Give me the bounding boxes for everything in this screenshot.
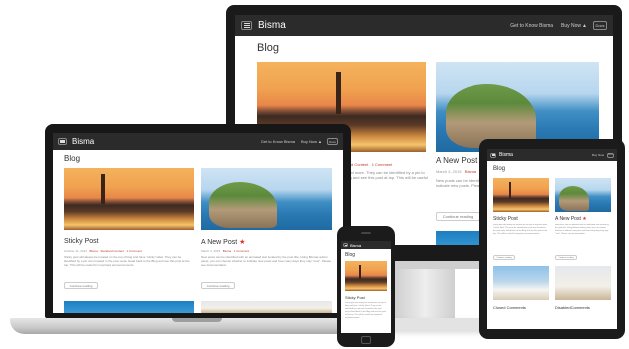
- phone: Bisma Blog Sticky Post Sticky post will …: [337, 226, 395, 347]
- star-icon: ★: [582, 216, 587, 222]
- read-more-button[interactable]: Continue reading: [64, 282, 98, 289]
- post-title-new[interactable]: A New Post ★: [555, 216, 587, 222]
- post-image-cliff[interactable]: [201, 168, 332, 230]
- post-meta-sticky: October 11, 2013 Bisma Standard Content …: [64, 249, 142, 253]
- laptop-notch: [172, 318, 222, 322]
- post-excerpt-sticky: Sticky post will always be located on th…: [64, 255, 190, 267]
- nav-about-link[interactable]: Get to Know Bisma: [510, 23, 553, 29]
- star-icon: ★: [239, 239, 246, 246]
- post-image-tent[interactable]: [555, 266, 611, 300]
- nav-docs-button[interactable]: Docs: [593, 21, 607, 30]
- site-brand[interactable]: Bisma: [72, 137, 94, 146]
- post-image-marrakesh[interactable]: [493, 178, 549, 212]
- post-excerpt-new: New posts can be identified with an anim…: [555, 224, 609, 235]
- hamburger-icon[interactable]: [58, 138, 67, 145]
- post-excerpt-sticky: Sticky post will always be located on th…: [345, 302, 387, 319]
- post-title-new[interactable]: A New Post ★: [201, 238, 245, 246]
- post-image-tent[interactable]: [201, 301, 332, 313]
- post-image-blue[interactable]: [64, 301, 194, 313]
- post-title-disabled[interactable]: DisabledComments: [555, 305, 590, 310]
- hamburger-icon[interactable]: [490, 152, 496, 158]
- site-header: Bisma Get to Know Bisma Buy Now ▲ Docs: [53, 133, 343, 150]
- tablet: Bisma Buy Now Docs Blog Sticky Post A Ne…: [479, 139, 625, 339]
- post-meta-new: March 4, 2015 Bisma 1 Comment: [201, 249, 250, 253]
- post-image-marrakesh[interactable]: [64, 168, 194, 230]
- post-title-sticky[interactable]: Sticky Post: [345, 295, 365, 300]
- tablet-screen: Bisma Buy Now Docs Blog Sticky Post A Ne…: [487, 149, 617, 329]
- hamburger-icon[interactable]: [241, 21, 252, 30]
- nav-about-link[interactable]: Get to Know Bisma: [261, 139, 295, 144]
- read-more-button[interactable]: Continue reading: [493, 255, 515, 260]
- laptop-screen: Bisma Get to Know Bisma Buy Now ▲ Docs B…: [53, 133, 343, 313]
- device-mockup-stage: Bisma Get to Know Bisma Buy Now ▲ Docs B…: [0, 0, 629, 349]
- hamburger-icon[interactable]: [343, 243, 348, 247]
- page-title: Blog: [64, 154, 81, 163]
- post-image-boats[interactable]: [493, 266, 549, 300]
- nav-buy-link[interactable]: Buy Now: [301, 139, 317, 144]
- cart-icon: ▲: [582, 22, 587, 29]
- site-brand[interactable]: Bisma: [258, 20, 286, 31]
- monitor-stand: [395, 269, 455, 321]
- post-title-closed[interactable]: Closed Comments: [493, 305, 526, 310]
- home-button[interactable]: [361, 336, 371, 344]
- page-title: Blog: [345, 252, 356, 258]
- nav-docs-button[interactable]: Docs: [607, 152, 614, 158]
- nav-buy-link[interactable]: Buy Now: [561, 23, 581, 29]
- read-more-button[interactable]: Continue reading: [555, 255, 577, 260]
- page-title: Blog: [257, 42, 280, 54]
- page-title: Blog: [493, 166, 506, 172]
- post-title-sticky[interactable]: Sticky Post: [493, 216, 518, 222]
- read-more-button[interactable]: Continue reading: [201, 282, 235, 289]
- site-header: Bisma Get to Know Bisma Buy Now ▲ Docs: [235, 15, 613, 36]
- post-excerpt-sticky: Sticky post will always be located on th…: [493, 224, 548, 235]
- laptop: Bisma Get to Know Bisma Buy Now ▲ Docs B…: [45, 124, 351, 318]
- nav-buy-link[interactable]: Buy Now: [592, 153, 604, 157]
- phone-speaker: [361, 232, 371, 234]
- site-header: Bisma: [341, 241, 391, 249]
- read-more-button[interactable]: Continue reading: [436, 212, 480, 221]
- post-image-cliff[interactable]: [555, 178, 611, 212]
- nav-docs-button[interactable]: Docs: [327, 138, 338, 145]
- post-image-marrakesh[interactable]: [345, 261, 387, 291]
- site-brand[interactable]: Bisma: [350, 243, 361, 248]
- post-title-sticky[interactable]: Sticky Post: [64, 238, 99, 245]
- phone-screen: Bisma Blog Sticky Post Sticky post will …: [341, 241, 391, 333]
- site-header: Bisma Buy Now Docs: [487, 149, 617, 161]
- cart-icon: ▲: [318, 139, 322, 144]
- site-brand[interactable]: Bisma: [499, 152, 513, 158]
- post-excerpt-new: New posts can be identified with an anim…: [201, 255, 332, 267]
